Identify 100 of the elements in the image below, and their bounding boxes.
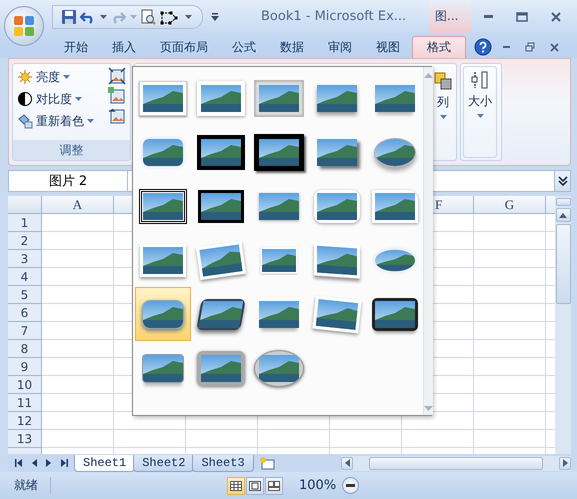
window-title: Book1 - Microsoft Ex... bbox=[261, 9, 408, 24]
caret-icon bbox=[100, 14, 106, 18]
split-handle[interactable] bbox=[556, 198, 570, 206]
column-header[interactable]: A bbox=[42, 196, 114, 213]
landscape-picture-icon bbox=[375, 192, 415, 220]
up-arrow-icon bbox=[424, 73, 433, 78]
minimize-icon bbox=[484, 15, 492, 18]
expand-formula-bar-button[interactable] bbox=[554, 171, 570, 191]
landscape-picture-icon bbox=[201, 138, 241, 166]
office-logo-icon bbox=[13, 15, 35, 37]
row-header[interactable]: 3 bbox=[8, 250, 42, 268]
landscape-picture-icon bbox=[259, 354, 299, 382]
size-icon bbox=[471, 71, 489, 89]
row-header[interactable]: 2 bbox=[8, 232, 42, 250]
landscape-picture-icon bbox=[201, 192, 241, 220]
scroll-up-button[interactable] bbox=[556, 208, 570, 222]
landscape-picture-icon bbox=[143, 354, 183, 382]
landscape-picture-icon bbox=[259, 192, 299, 220]
row-header[interactable]: 5 bbox=[8, 286, 42, 304]
left-arrow-icon bbox=[344, 459, 350, 467]
insert-sheet-icon bbox=[258, 456, 276, 470]
previous-icon bbox=[30, 459, 38, 467]
zoom-out-button[interactable] bbox=[342, 477, 360, 494]
row-header[interactable]: 8 bbox=[8, 340, 42, 358]
change-picture-icon bbox=[108, 87, 126, 105]
row-header[interactable]: 12 bbox=[8, 412, 42, 430]
status-text: 就绪 bbox=[8, 477, 51, 494]
picture-style-option[interactable] bbox=[135, 287, 191, 341]
landscape-picture-icon bbox=[375, 84, 415, 112]
row-header[interactable]: 11 bbox=[8, 394, 42, 412]
restore-icon bbox=[525, 42, 535, 52]
landscape-picture-icon bbox=[317, 84, 357, 112]
ribbon-tab[interactable]: 格式 bbox=[412, 36, 466, 58]
view-button[interactable] bbox=[246, 476, 264, 494]
landscape-picture-icon bbox=[143, 246, 183, 274]
landscape-picture-icon bbox=[259, 300, 299, 328]
ribbon-tab[interactable]: 插入 bbox=[100, 36, 148, 58]
customize-toolbar-icon bbox=[211, 12, 219, 22]
view-button[interactable] bbox=[265, 476, 283, 494]
ribbon-tab[interactable]: 视图 bbox=[364, 36, 412, 58]
ribbon-tab[interactable]: 开始 bbox=[52, 36, 100, 58]
name-box[interactable]: 图片 2 bbox=[9, 171, 128, 191]
landscape-picture-icon bbox=[143, 300, 183, 328]
arrange-button[interactable]: 列 bbox=[434, 68, 452, 156]
scroll-thumb[interactable] bbox=[369, 456, 543, 470]
row-header[interactable]: 13 bbox=[8, 430, 42, 448]
ribbon-command[interactable]: 对比度 bbox=[17, 90, 102, 108]
landscape-picture-icon bbox=[143, 192, 183, 220]
caret-icon bbox=[87, 119, 94, 123]
ribbon-tab[interactable]: 公式 bbox=[220, 36, 268, 58]
maximize-icon bbox=[516, 12, 528, 22]
right-arrow-icon bbox=[562, 459, 568, 467]
caret-icon bbox=[63, 75, 70, 79]
row-header[interactable]: 7 bbox=[8, 322, 42, 340]
help-icon bbox=[474, 38, 492, 56]
landscape-picture-icon bbox=[317, 192, 357, 220]
down-arrow-icon bbox=[424, 406, 433, 411]
zoom-level[interactable]: 100% bbox=[299, 478, 336, 493]
close-icon bbox=[550, 42, 558, 52]
ribbon-tab[interactable]: 数据 bbox=[268, 36, 316, 58]
row-header[interactable]: 10 bbox=[8, 376, 42, 394]
sheet-tab[interactable]: Sheet1 bbox=[74, 454, 136, 472]
page-break-icon bbox=[268, 480, 280, 490]
ribbon-command[interactable]: 亮度 bbox=[17, 68, 102, 86]
row-header[interactable]: 9 bbox=[8, 358, 42, 376]
landscape-picture-icon bbox=[317, 138, 357, 166]
column-header[interactable]: G bbox=[474, 196, 546, 213]
up-arrow-icon bbox=[559, 212, 567, 218]
row-header[interactable]: 6 bbox=[8, 304, 42, 322]
ribbon-tab[interactable]: 审阅 bbox=[316, 36, 364, 58]
picture-tools-tab[interactable]: 图... bbox=[429, 0, 471, 33]
scroll-thumb[interactable] bbox=[556, 224, 570, 304]
group-title: 调整 bbox=[13, 140, 130, 160]
row-header[interactable]: 1 bbox=[8, 214, 42, 232]
sun-icon bbox=[17, 69, 33, 85]
ribbon-tab[interactable]: 页面布局 bbox=[148, 36, 220, 58]
landscape-picture-icon bbox=[375, 249, 415, 271]
landscape-picture-icon bbox=[143, 84, 183, 112]
double-chevron-icon bbox=[558, 176, 568, 186]
row-header[interactable]: 4 bbox=[8, 268, 42, 286]
last-icon bbox=[60, 459, 68, 467]
landscape-picture-icon bbox=[259, 84, 299, 112]
stacked-shapes-icon bbox=[434, 72, 452, 90]
scroll-left-button[interactable] bbox=[341, 456, 353, 470]
landscape-picture-icon bbox=[316, 298, 358, 330]
view-button[interactable] bbox=[227, 476, 245, 494]
sheet-tab[interactable]: Sheet3 bbox=[192, 454, 254, 472]
size-button[interactable]: 大小 bbox=[463, 66, 497, 158]
landscape-picture-icon bbox=[201, 84, 241, 112]
contrast-icon bbox=[17, 91, 33, 107]
close-icon bbox=[551, 12, 561, 22]
landscape-picture-icon bbox=[201, 354, 241, 382]
ribbon-command[interactable]: 重新着色 bbox=[17, 112, 102, 130]
sheet-tab[interactable]: Sheet2 bbox=[133, 454, 194, 472]
caret-icon bbox=[130, 14, 136, 18]
scroll-right-button[interactable] bbox=[559, 456, 571, 470]
landscape-picture-icon bbox=[199, 244, 243, 276]
print-preview-icon bbox=[140, 8, 156, 24]
landscape-picture-icon bbox=[262, 248, 296, 272]
caret-icon bbox=[75, 97, 82, 101]
